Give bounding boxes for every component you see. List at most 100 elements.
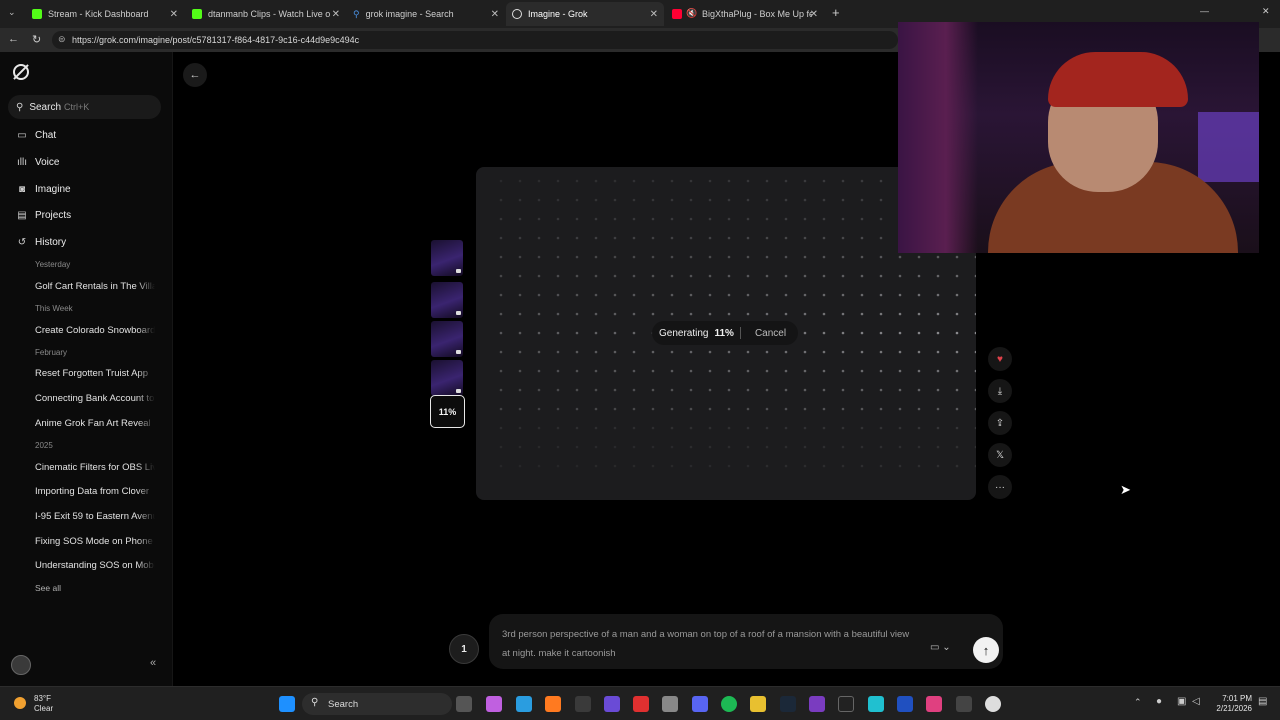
- grok-logo-icon[interactable]: [13, 64, 29, 80]
- minimize-icon[interactable]: —: [1200, 6, 1209, 16]
- app-icon[interactable]: [838, 696, 854, 712]
- loading-dot: [936, 331, 940, 335]
- loading-dot: [841, 331, 845, 335]
- tab-menu-icon[interactable]: ⌄: [8, 7, 16, 18]
- app-icon[interactable]: [956, 696, 972, 712]
- close-icon[interactable]: ✕: [332, 9, 340, 20]
- loading-dot: [499, 407, 503, 411]
- close-icon[interactable]: ✕: [810, 9, 818, 20]
- close-icon[interactable]: ✕: [650, 9, 658, 20]
- new-tab-button[interactable]: +: [832, 5, 840, 20]
- browser-tab[interactable]: 🔇 BigXthaPlug - Box Me Up feat ✕: [666, 2, 824, 26]
- generating-percent: 11%: [714, 327, 734, 339]
- prompt-input[interactable]: 3rd person perspective of a man and a wo…: [489, 614, 1003, 669]
- loading-dot: [727, 407, 731, 411]
- close-icon[interactable]: ✕: [491, 9, 499, 20]
- loading-dot: [803, 312, 807, 316]
- nav-item-imagine[interactable]: ◙ Imagine: [16, 184, 71, 195]
- weather-icon[interactable]: [14, 697, 26, 709]
- video-thumbnail[interactable]: [431, 321, 463, 357]
- network-icon[interactable]: ▣: [1177, 696, 1186, 707]
- share-button[interactable]: ⇪: [988, 411, 1012, 435]
- microphone-icon[interactable]: ●: [1156, 696, 1162, 707]
- app-icon[interactable]: [926, 696, 942, 712]
- browser-tab[interactable]: Stream - Kick Dashboard ✕: [26, 2, 184, 26]
- firefox-icon[interactable]: [545, 696, 561, 712]
- loading-dot: [613, 217, 617, 221]
- history-item[interactable]: Create Colorado Snowboarding: [35, 325, 155, 336]
- music-icon[interactable]: [662, 696, 678, 712]
- tray-overflow-icon[interactable]: ⌃: [1134, 697, 1142, 708]
- app-icon[interactable]: [868, 696, 884, 712]
- loading-dot: [746, 445, 750, 449]
- history-item[interactable]: Understanding SOS on Mobile: [35, 560, 155, 571]
- app-icon[interactable]: [633, 696, 649, 712]
- windows-start-icon[interactable]: [279, 696, 295, 712]
- back-arrow-icon[interactable]: ←: [8, 33, 19, 45]
- collapse-sidebar-icon[interactable]: «: [150, 657, 156, 669]
- url-field[interactable]: ⊜ https://grok.com/imagine/post/c5781317…: [52, 31, 898, 49]
- obs-icon[interactable]: [575, 696, 591, 712]
- submit-button[interactable]: ↑: [973, 637, 999, 663]
- close-window-icon[interactable]: ✕: [1262, 6, 1270, 17]
- tab-title: grok imagine - Search: [365, 9, 454, 19]
- spotify-icon[interactable]: [721, 696, 737, 712]
- loading-dot: [632, 179, 636, 183]
- muted-speaker-icon[interactable]: 🔇: [686, 8, 697, 19]
- edge-icon[interactable]: [516, 696, 532, 712]
- history-item[interactable]: Fixing SOS Mode on Phone: [35, 536, 155, 547]
- see-all-link[interactable]: See all: [35, 583, 61, 593]
- steam-icon[interactable]: [780, 696, 796, 712]
- notification-icon[interactable]: ▤: [1258, 696, 1267, 707]
- volume-icon[interactable]: ◁: [1192, 696, 1200, 707]
- nav-item-history[interactable]: ↺ History: [16, 237, 66, 248]
- close-icon[interactable]: ✕: [170, 9, 178, 20]
- loading-dot: [746, 198, 750, 202]
- history-item[interactable]: Anime Grok Fan Art Reveal: [35, 418, 155, 429]
- loading-dot: [499, 331, 503, 335]
- history-item[interactable]: Importing Data from Clover: [35, 486, 155, 497]
- cancel-button[interactable]: Cancel: [755, 328, 786, 339]
- browser-tab[interactable]: ⚲ grok imagine - Search ✕: [347, 2, 505, 26]
- nav-item-projects[interactable]: ▤ Projects: [16, 210, 71, 221]
- site-info-icon[interactable]: ⊜: [58, 34, 66, 45]
- browser-tab[interactable]: dtanmanb Clips - Watch Live on K ✕: [186, 2, 346, 26]
- nav-item-voice[interactable]: ıllı Voice: [16, 157, 59, 168]
- weather-widget[interactable]: 83°F Clear: [34, 694, 53, 714]
- prompt-text[interactable]: 3rd person perspective of a man and a wo…: [502, 625, 912, 663]
- post-to-x-button[interactable]: 𝕏: [988, 443, 1012, 467]
- video-thumbnail[interactable]: [431, 240, 463, 276]
- loading-dot: [936, 388, 940, 392]
- copilot-icon[interactable]: [486, 696, 502, 712]
- discord-icon[interactable]: [692, 696, 708, 712]
- history-item[interactable]: I-95 Exit 59 to Eastern Avenue: [35, 511, 155, 522]
- task-view-icon[interactable]: [456, 696, 472, 712]
- avatar[interactable]: [11, 655, 31, 675]
- history-item[interactable]: Connecting Bank Account to: [35, 393, 155, 404]
- app-icon[interactable]: [809, 696, 825, 712]
- app-icon[interactable]: [604, 696, 620, 712]
- history-item[interactable]: Cinematic Filters for OBS Live: [35, 462, 155, 473]
- tab-title: Imagine - Grok: [528, 9, 588, 19]
- generation-progress-chip[interactable]: 11%: [430, 395, 465, 428]
- browser-tab-active[interactable]: Imagine - Grok ✕: [506, 2, 664, 26]
- more-options-button[interactable]: ···: [988, 475, 1012, 499]
- video-thumbnail[interactable]: [431, 360, 463, 396]
- download-button[interactable]: ⤓: [988, 379, 1012, 403]
- file-explorer-icon[interactable]: [750, 696, 766, 712]
- video-mode-dropdown[interactable]: ▭ ⌄: [930, 642, 951, 653]
- video-thumbnail[interactable]: [431, 282, 463, 318]
- history-item[interactable]: Golf Cart Rentals in The Villages: [35, 281, 155, 292]
- like-button[interactable]: ♥: [988, 347, 1012, 371]
- taskbar-search[interactable]: ⚲ Search: [302, 693, 452, 715]
- history-item[interactable]: Reset Forgotten Truist App: [35, 368, 155, 379]
- reload-icon[interactable]: ↻: [32, 33, 41, 46]
- generation-count-badge[interactable]: 1: [449, 634, 479, 664]
- fx-icon[interactable]: [897, 696, 913, 712]
- taskbar-clock[interactable]: 7:01 PM 2/21/2026: [1206, 694, 1252, 714]
- app-icon[interactable]: [985, 696, 1001, 712]
- loading-dot: [841, 350, 845, 354]
- nav-item-chat[interactable]: ▭ Chat: [16, 130, 56, 141]
- back-button[interactable]: ←: [183, 63, 207, 87]
- search-button[interactable]: ⚲ Search Ctrl+K: [8, 95, 161, 119]
